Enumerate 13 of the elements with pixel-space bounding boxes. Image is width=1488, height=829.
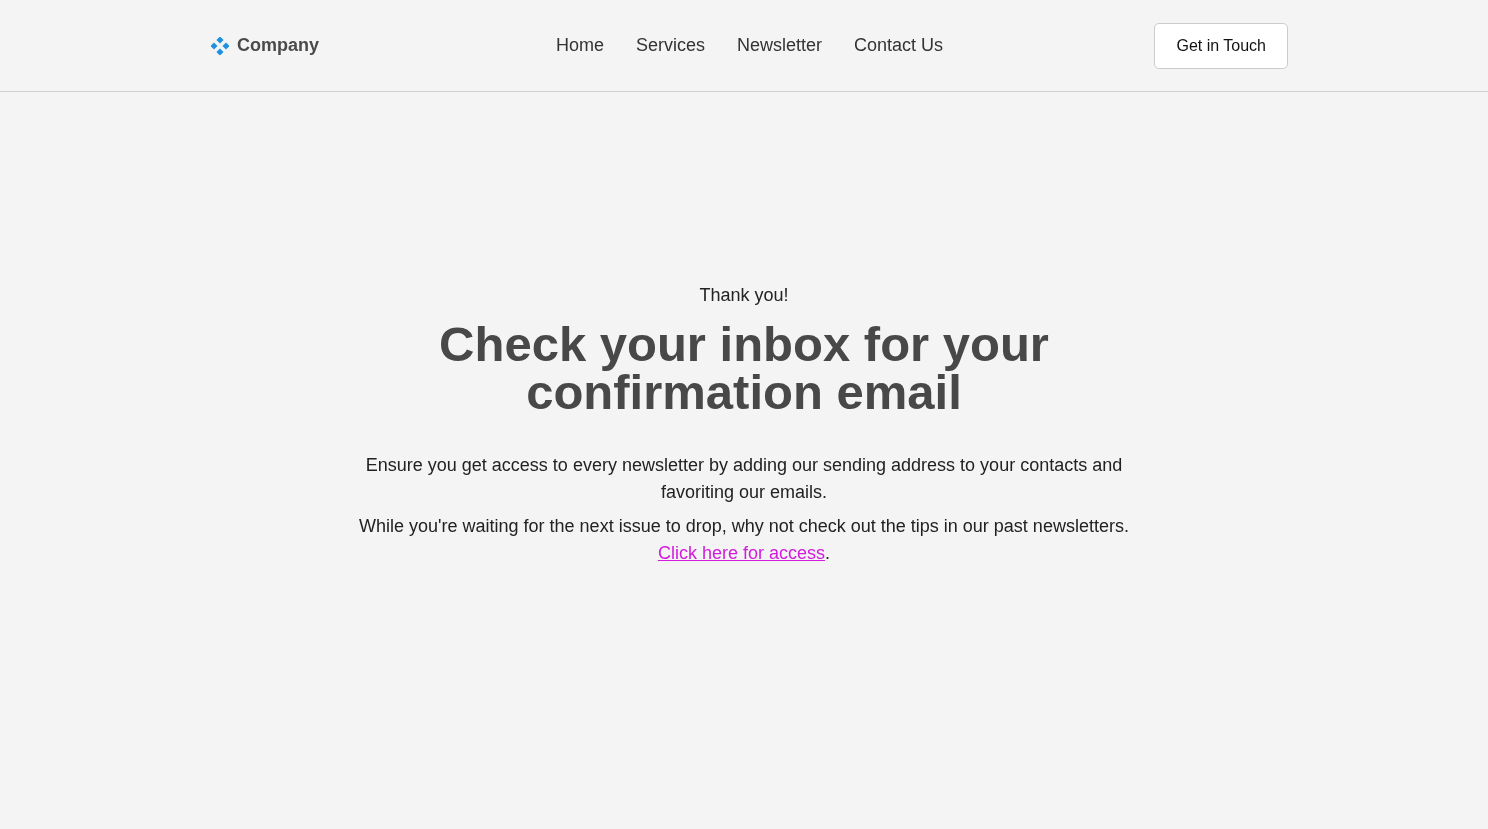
nav-link[interactable]: Home <box>555 35 604 56</box>
page-heading: Check your inbox for your confirmation email <box>438 320 1050 416</box>
eyebrow-text: Thank you! <box>699 285 789 306</box>
get-in-touch-button[interactable]: Get in Touch <box>1154 22 1288 69</box>
nav-link[interactable]: Newsletter <box>737 35 822 56</box>
access-link[interactable]: Click here for access <box>657 543 825 563</box>
body-text: While you're waiting for the next issue to drop, why not check out the tips in our past newsletters. Click here for access. <box>358 515 1130 565</box>
diamond-logo-icon <box>211 36 229 55</box>
body-text: Ensure you get access to every newsletter by adding our sending address to your contacts and favoriting our emails. <box>364 454 1124 504</box>
logo-text: Company <box>237 35 319 56</box>
nav-link[interactable]: Contact Us <box>854 35 944 56</box>
nav-link[interactable]: Services <box>635 35 705 56</box>
logo-link[interactable]: Company <box>211 35 319 56</box>
